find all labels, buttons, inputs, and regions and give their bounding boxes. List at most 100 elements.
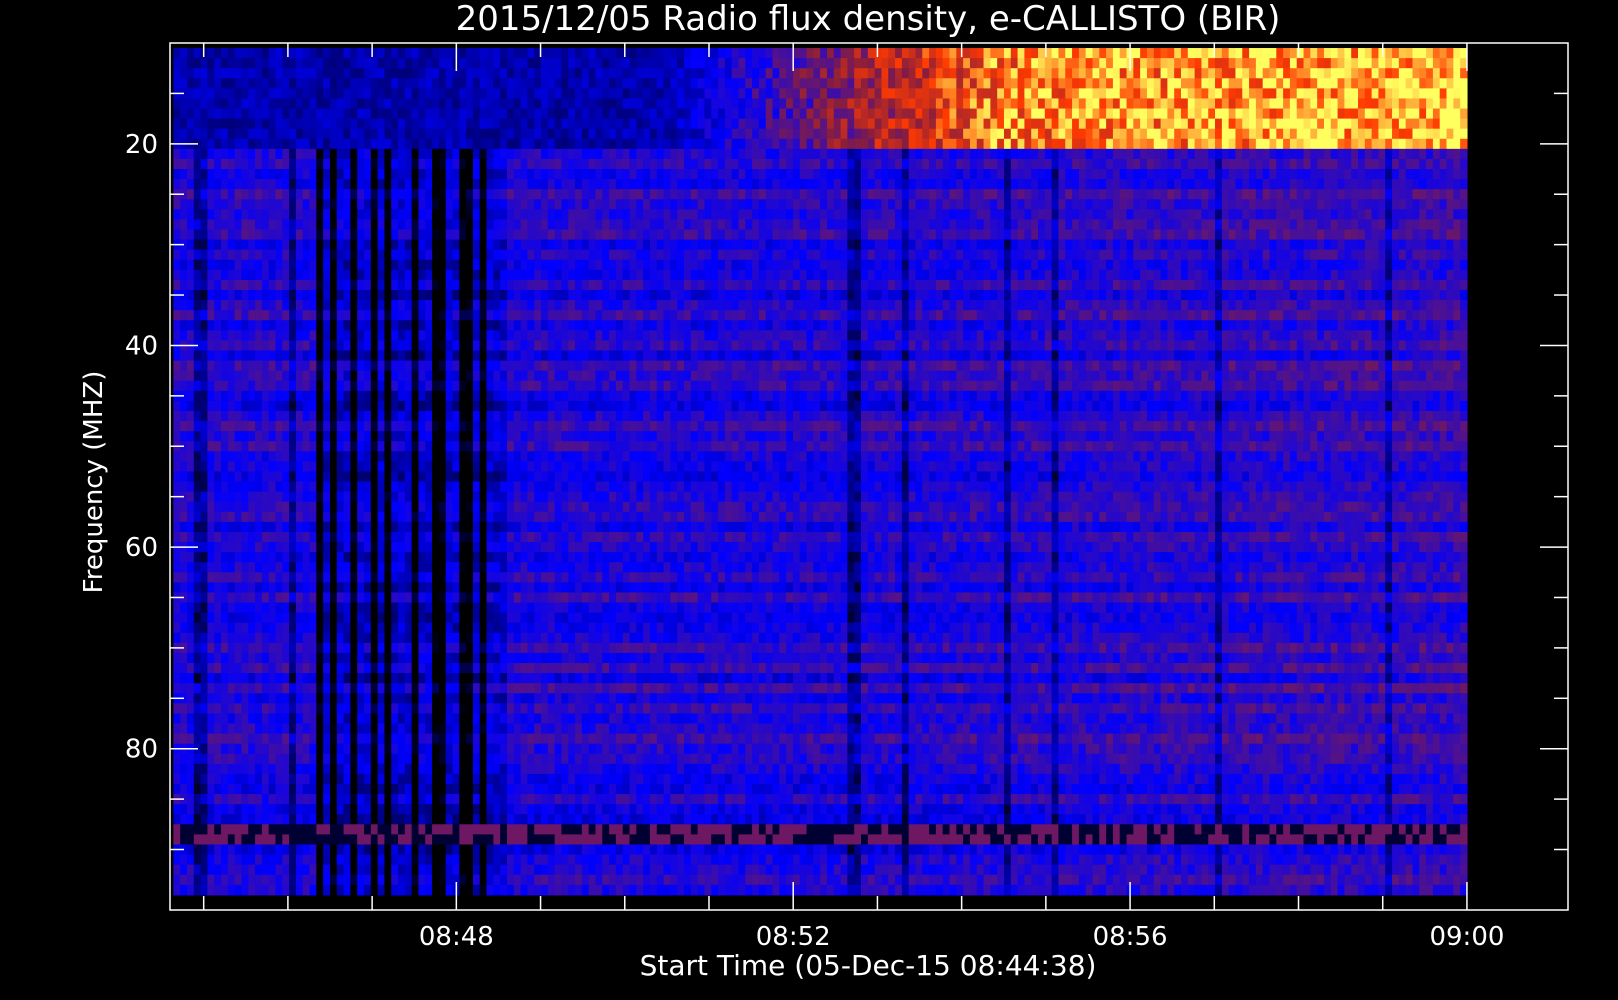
heatmap-cell	[398, 179, 406, 190]
heatmap-cell	[255, 219, 263, 231]
heatmap-cell	[683, 219, 692, 231]
heatmap-cell	[738, 259, 746, 271]
heatmap-cell	[1351, 98, 1359, 110]
heatmap-cell	[1405, 300, 1414, 311]
heatmap-cell	[881, 148, 889, 160]
heatmap-cell	[568, 88, 576, 100]
heatmap-cell	[1453, 118, 1461, 130]
heatmap-cell	[1405, 169, 1414, 180]
heatmap-cell	[391, 209, 399, 221]
heatmap-cell	[547, 249, 556, 261]
heatmap-cell	[227, 88, 236, 100]
heatmap-cell	[207, 300, 215, 311]
heatmap-cell	[1426, 138, 1434, 150]
heatmap-cell	[186, 249, 195, 261]
heatmap-cell	[1378, 88, 1386, 100]
heatmap-cell	[711, 98, 719, 110]
heatmap-cell	[663, 269, 671, 281]
heatmap-cell	[1024, 169, 1032, 180]
heatmap-cell	[1106, 138, 1114, 150]
heatmap-cell	[854, 148, 862, 160]
heatmap-cell	[1010, 88, 1019, 100]
heatmap-cell	[690, 199, 699, 210]
heatmap-cell	[221, 148, 229, 160]
heatmap-cell	[554, 279, 563, 291]
heatmap-cell	[942, 279, 951, 291]
heatmap-cell	[697, 209, 706, 221]
heatmap-cell	[799, 128, 808, 140]
heatmap-cell	[1446, 78, 1454, 89]
heatmap-cell	[1255, 179, 1264, 190]
heatmap-cell	[786, 259, 794, 271]
heatmap-cell	[527, 169, 535, 180]
heatmap-cell	[513, 300, 522, 311]
heatmap-cell	[207, 289, 215, 301]
heatmap-cell	[1296, 189, 1305, 200]
heatmap-cell	[302, 279, 311, 291]
heatmap-cell	[438, 259, 447, 271]
heatmap-cell	[738, 179, 746, 190]
heatmap-cell	[173, 300, 181, 311]
heatmap-cell	[241, 88, 249, 100]
heatmap-cell	[867, 179, 876, 190]
heatmap-cell	[1187, 219, 1196, 231]
heatmap-cell	[935, 289, 944, 301]
heatmap-cell	[561, 300, 569, 311]
heatmap-cell	[847, 239, 855, 251]
heatmap-cell	[377, 259, 386, 271]
heatmap-cell	[1330, 98, 1339, 110]
heatmap-cell	[1010, 169, 1019, 180]
heatmap-cell	[1242, 199, 1250, 210]
heatmap-cell	[718, 98, 726, 110]
heatmap-cell	[1106, 158, 1114, 170]
heatmap-cell	[758, 68, 767, 79]
heatmap-cell	[1303, 269, 1311, 281]
heatmap-cell	[609, 148, 617, 160]
heatmap-cell	[459, 68, 467, 79]
heatmap-cell	[881, 259, 889, 271]
heatmap-cell	[1044, 300, 1053, 311]
heatmap-cell	[915, 78, 923, 89]
heatmap-cell	[295, 199, 304, 210]
heatmap-cell	[881, 300, 889, 311]
heatmap-cell	[1085, 98, 1094, 110]
heatmap-cell	[711, 279, 719, 291]
heatmap-cell	[1215, 108, 1223, 120]
heatmap-cell	[1208, 189, 1216, 200]
heatmap-cell	[895, 78, 903, 89]
heatmap-cell	[1358, 68, 1366, 79]
heatmap-cell	[1330, 138, 1339, 150]
heatmap-cell	[425, 209, 433, 221]
heatmap-cell	[1174, 279, 1182, 291]
heatmap-cell	[622, 148, 631, 160]
heatmap-cell	[1358, 249, 1366, 261]
heatmap-cell	[1201, 68, 1209, 79]
heatmap-cell	[704, 289, 712, 301]
heatmap-cell	[1323, 239, 1332, 251]
heatmap-cell	[752, 279, 760, 291]
heatmap-cell	[1092, 219, 1100, 231]
heatmap-cell	[241, 209, 249, 221]
heatmap-cell	[248, 199, 256, 210]
heatmap-cell	[1283, 189, 1291, 200]
heatmap-cell	[718, 219, 726, 231]
heatmap-cell	[976, 148, 985, 160]
heatmap-cell	[983, 199, 991, 210]
heatmap-cell	[234, 128, 243, 140]
heatmap-cell	[649, 68, 658, 79]
heatmap-cell	[1412, 158, 1420, 170]
heatmap-cell	[718, 189, 726, 200]
heatmap-cell	[861, 138, 869, 150]
heatmap-cell	[255, 239, 263, 251]
heatmap-cell	[1303, 300, 1311, 311]
heatmap-cell	[826, 209, 835, 221]
heatmap-cell	[949, 68, 957, 79]
heatmap-cell	[874, 58, 883, 69]
heatmap-cell	[1296, 128, 1305, 140]
heatmap-cell	[173, 108, 181, 120]
heatmap-cell	[588, 78, 597, 89]
heatmap-cell	[527, 108, 535, 120]
heatmap-cell	[874, 189, 883, 200]
heatmap-cell	[724, 189, 733, 200]
heatmap-cell	[493, 158, 501, 170]
